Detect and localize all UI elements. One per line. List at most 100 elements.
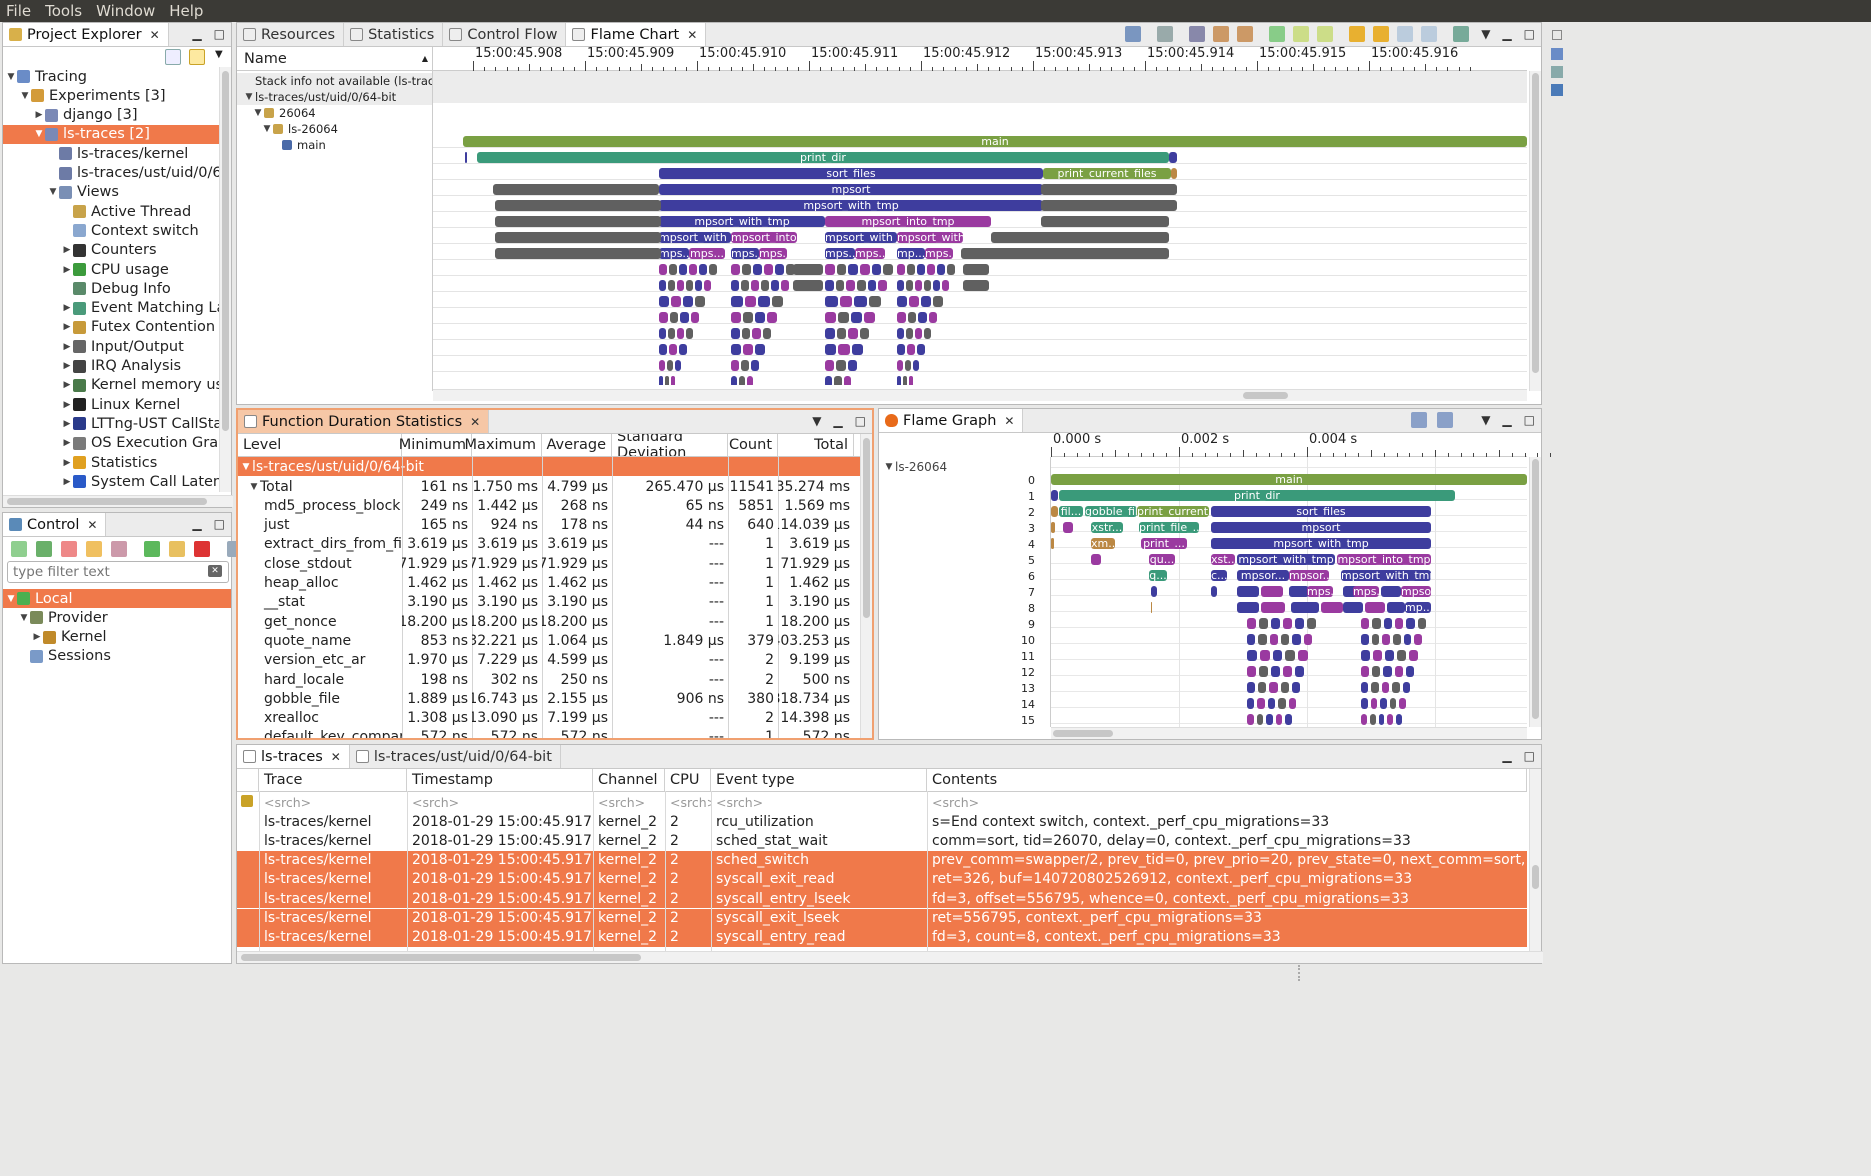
flame-graph-bar[interactable]: qu...	[1149, 554, 1175, 565]
reset-scale-icon[interactable]	[1189, 26, 1205, 42]
tab-control[interactable]: Control ✕	[3, 513, 107, 536]
flame-chart-bar[interactable]	[679, 264, 687, 275]
project-scrollbar[interactable]	[219, 67, 231, 492]
flame-graph-bar[interactable]	[1392, 682, 1400, 693]
column-header[interactable]: Maximum	[465, 434, 542, 456]
flame-chart-bar[interactable]: print_current_files	[1043, 168, 1171, 179]
flame-graph-bar[interactable]	[1151, 586, 1157, 597]
flame-chart-bar[interactable]	[871, 264, 882, 275]
flame-graph-bar[interactable]	[1414, 634, 1422, 645]
flame-chart-bar[interactable]	[667, 360, 673, 371]
column-header[interactable]: Channel	[593, 769, 665, 791]
flame-chart-bar[interactable]	[846, 280, 855, 291]
expanded-arrow-icon[interactable]: ▼	[243, 92, 255, 102]
flame-graph-bar[interactable]: mpsort_with_tmp	[1211, 538, 1431, 549]
menu-file[interactable]: File	[6, 2, 31, 20]
flame-graph-bar[interactable]	[1343, 602, 1363, 613]
arrow-up-icon[interactable]	[1349, 26, 1365, 42]
tree-item[interactable]: ▼ Views	[3, 183, 219, 202]
flame-chart-bar[interactable]	[961, 248, 1169, 259]
flame-chart-bar[interactable]	[897, 280, 904, 291]
expanded-arrow-icon[interactable]: ▼	[47, 187, 59, 197]
flame-chart-bar[interactable]	[695, 296, 705, 307]
tab-statistics[interactable]: Statistics	[344, 23, 444, 46]
flame-chart-bar[interactable]	[755, 312, 765, 323]
flame-graph-bar[interactable]: mpsor...	[1237, 570, 1289, 581]
flame-graph-bar[interactable]	[1259, 666, 1268, 677]
minimize-icon[interactable]: ▁	[1502, 749, 1511, 763]
flame-chart-bar[interactable]	[680, 312, 689, 323]
flame-chart-vscrollbar[interactable]	[1529, 71, 1541, 391]
collapsed-arrow-icon[interactable]: ▶	[33, 110, 45, 120]
flame-chart-bar[interactable]	[924, 328, 931, 339]
flame-chart-bar[interactable]	[851, 344, 863, 355]
flame-chart-bar[interactable]	[825, 296, 838, 307]
table-row[interactable]: ls-traces/kernel 2018-01-29 15:00:45.917 …	[237, 812, 1527, 831]
flame-graph-bar[interactable]: print_current...	[1137, 506, 1209, 517]
flame-graph-bar[interactable]: print_...	[1141, 538, 1187, 549]
maximize-icon[interactable]: □	[214, 517, 225, 531]
close-icon[interactable]: ✕	[470, 415, 480, 429]
flame-chart-bar[interactable]	[854, 296, 867, 307]
view-menu-icon[interactable]: ▼	[1481, 413, 1490, 427]
flame-chart-bar[interactable]	[825, 312, 836, 323]
flame-chart-bar[interactable]	[731, 264, 740, 275]
select-prev-event-icon[interactable]	[1213, 26, 1229, 42]
tree-item[interactable]: ▶ Linux Kernel	[3, 395, 219, 414]
flame-chart-bar[interactable]: sort_files	[659, 168, 1043, 179]
flame-chart-canvas[interactable]: main print_dir sort_files print_current_fil…	[433, 103, 1527, 385]
arrow-down-icon[interactable]	[1373, 26, 1389, 42]
disconnect-icon[interactable]	[61, 541, 77, 557]
flame-chart-bar[interactable]	[933, 296, 943, 307]
tab-flame-graph[interactable]: Flame Graph ✕	[879, 409, 1024, 432]
table-row[interactable]: ls-traces/kernel 2018-01-29 15:00:45.917 …	[237, 869, 1527, 889]
flame-graph-bar[interactable]	[1272, 650, 1283, 661]
flame-graph-bar[interactable]	[1382, 634, 1390, 645]
flame-chart-bar[interactable]	[847, 360, 857, 371]
flame-chart-bar[interactable]	[897, 296, 907, 307]
expanded-arrow-icon[interactable]: ▼	[261, 124, 273, 134]
flame-chart-bar[interactable]	[495, 216, 661, 227]
flame-graph-bar[interactable]	[1291, 682, 1300, 693]
flame-chart-bar[interactable]	[917, 264, 925, 275]
flame-graph-bar[interactable]	[1292, 634, 1301, 645]
tab-flame-chart[interactable]: Flame Chart ✕	[566, 23, 707, 46]
tree-item[interactable]: ▼ Tracing	[3, 67, 219, 86]
flame-graph-bar[interactable]	[1259, 650, 1270, 661]
zoom-out-icon[interactable]	[1421, 26, 1437, 42]
flame-chart-bar[interactable]	[907, 312, 916, 323]
flame-chart-bar[interactable]	[838, 344, 850, 355]
flame-graph-bar[interactable]	[1266, 714, 1273, 725]
tree-item[interactable]: ls-traces/kernel	[3, 144, 219, 163]
flame-chart-bar[interactable]	[743, 312, 753, 323]
flame-graph-bar[interactable]	[1383, 618, 1392, 629]
group-row[interactable]: ▼ ls-traces/ust/uid/0/64-bit	[238, 457, 860, 476]
project-hscrollbar[interactable]	[3, 495, 233, 507]
flame-graph-bar[interactable]	[1051, 490, 1058, 501]
flame-graph-bar[interactable]	[1280, 682, 1289, 693]
flame-graph-bar[interactable]	[1298, 650, 1308, 661]
expanded-arrow-icon[interactable]: ▼	[252, 108, 264, 118]
flame-chart-bar[interactable]	[907, 264, 915, 275]
flame-graph-bar[interactable]	[1289, 586, 1309, 597]
flame-chart-bar[interactable]	[493, 184, 659, 195]
flame-chart-bar[interactable]	[991, 232, 1169, 243]
flame-chart-bar[interactable]	[731, 312, 741, 323]
flame-chart-bar[interactable]	[659, 280, 666, 291]
flame-graph-bar[interactable]	[1283, 618, 1292, 629]
flame-graph-bar[interactable]	[1295, 618, 1304, 629]
flame-chart-bar[interactable]	[793, 264, 823, 275]
flame-graph-bar[interactable]	[1271, 666, 1280, 677]
tree-item[interactable]: ▶ Futex Contention Analysis	[3, 318, 219, 337]
flame-chart-row[interactable]: main	[237, 137, 432, 153]
flame-graph-bar[interactable]	[1380, 698, 1387, 709]
flame-graph-bar[interactable]	[1409, 650, 1418, 661]
flame-chart-bar[interactable]	[699, 264, 707, 275]
flame-graph-bar[interactable]	[1378, 714, 1385, 725]
flame-chart-bar[interactable]: mpsort_into_tmp	[825, 216, 991, 227]
tab-ls-traces-ust[interactable]: ls-traces/ust/uid/0/64-bit	[350, 745, 561, 768]
flame-chart-bar[interactable]	[825, 280, 834, 291]
flame-graph-bar[interactable]	[1405, 666, 1414, 677]
flame-graph-bar[interactable]	[1303, 634, 1312, 645]
flame-chart-row[interactable]: ▼ ls-26064	[237, 121, 432, 137]
